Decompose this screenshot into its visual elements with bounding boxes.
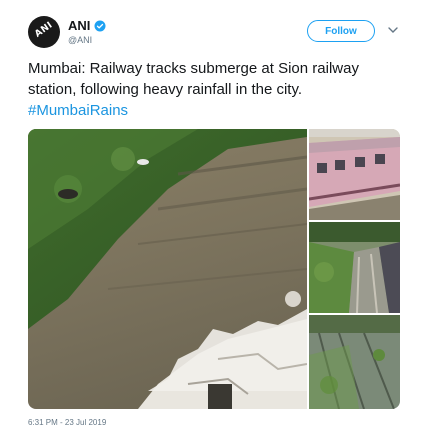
media-grid xyxy=(28,129,400,409)
photo-flooded-rails[interactable] xyxy=(309,315,400,409)
handle[interactable]: @ANI xyxy=(68,35,106,45)
photo-local-train[interactable] xyxy=(309,129,400,220)
follow-button[interactable]: Follow xyxy=(307,20,375,42)
avatar[interactable]: ANI xyxy=(28,16,60,48)
name-row: ANI xyxy=(68,18,106,33)
avatar-logo-text: ANI xyxy=(33,20,55,40)
tweet-header: ANI ANI @ANI Follow xyxy=(28,16,408,56)
verified-badge-icon xyxy=(94,20,106,31)
chevron-down-icon[interactable] xyxy=(388,26,398,34)
tweet-body: Mumbai: Railway tracks submerge at Sion … xyxy=(28,60,359,98)
tweet-timestamp[interactable]: 6:31 PM - 23 Jul 2019 xyxy=(28,418,106,427)
tweet-text: Mumbai: Railway tracks submerge at Sion … xyxy=(28,58,398,121)
photo-flooded-tracks[interactable] xyxy=(28,129,307,409)
account-names: ANI @ANI xyxy=(68,18,106,45)
display-name[interactable]: ANI xyxy=(68,18,90,33)
hashtag-link[interactable]: #MumbaiRains xyxy=(28,102,128,119)
photo-platform-tracks[interactable] xyxy=(309,222,400,313)
